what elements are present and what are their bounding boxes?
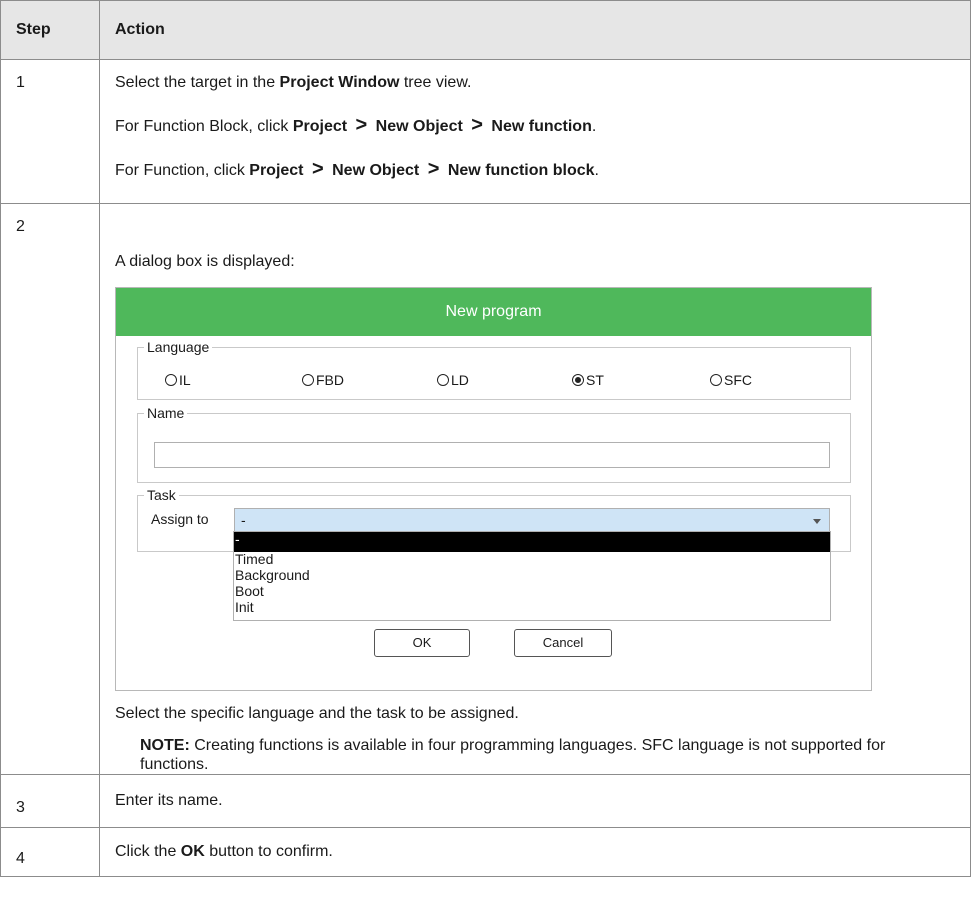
menu-separator-icon: > bbox=[311, 158, 324, 180]
menu-separator-icon: > bbox=[427, 158, 440, 180]
new-program-dialog: New program Language IL FBD LD ST SFC Na… bbox=[115, 287, 872, 691]
radio-ld[interactable]: LD bbox=[437, 372, 469, 388]
assign-to-dropdown: - Timed Background Boot Init bbox=[233, 531, 831, 621]
radio-label: ST bbox=[586, 372, 604, 388]
radio-icon bbox=[437, 374, 449, 386]
menu-term: New Object bbox=[332, 162, 420, 179]
step-action: A dialog box is displayed: New program L… bbox=[99, 203, 971, 775]
radio-label: FBD bbox=[316, 372, 344, 388]
table-header-row: Step Action bbox=[0, 0, 971, 60]
table-row: 2 A dialog box is displayed: New program… bbox=[0, 203, 971, 775]
name-input[interactable] bbox=[154, 442, 830, 468]
menu-term: New function block bbox=[447, 162, 595, 179]
text: Click the bbox=[115, 843, 181, 860]
radio-icon bbox=[302, 374, 314, 386]
dropdown-option[interactable]: - bbox=[234, 532, 830, 552]
assign-to-label: Assign to bbox=[151, 511, 209, 527]
text: tree view. bbox=[399, 74, 472, 91]
step-action: Enter its name. bbox=[99, 774, 971, 828]
menu-term: Project bbox=[249, 162, 304, 179]
cancel-button[interactable]: Cancel bbox=[514, 629, 612, 657]
dialog-title: New program bbox=[116, 288, 871, 336]
table-row: 1 Select the target in the Project Windo… bbox=[0, 59, 971, 204]
intro-text: A dialog box is displayed: bbox=[115, 253, 295, 270]
select-value: - bbox=[241, 512, 246, 528]
note-text: Creating functions is available in four … bbox=[140, 737, 886, 773]
name-legend: Name bbox=[144, 404, 188, 422]
dropdown-option[interactable]: Init bbox=[234, 600, 830, 616]
language-legend: Language bbox=[144, 338, 213, 356]
step-number: 2 bbox=[0, 203, 100, 775]
instruction-line: For Function, click Project > New Object… bbox=[115, 159, 955, 181]
note: NOTE: Creating functions is available in… bbox=[140, 736, 955, 774]
radio-selected-icon bbox=[572, 374, 584, 386]
text: For Function, click bbox=[115, 162, 250, 179]
chevron-down-icon[interactable] bbox=[813, 519, 821, 524]
radio-st[interactable]: ST bbox=[572, 372, 604, 388]
text: . bbox=[591, 118, 597, 135]
after-dialog-text: Select the specific language and the tas… bbox=[115, 705, 519, 722]
table-row: 3 Enter its name. bbox=[0, 774, 971, 828]
step-number: 4 bbox=[0, 827, 100, 877]
radio-label: IL bbox=[179, 372, 191, 388]
assign-to-select[interactable]: - bbox=[234, 508, 830, 532]
step-number: 1 bbox=[0, 59, 100, 204]
radio-il[interactable]: IL bbox=[165, 372, 191, 388]
menu-term: New Object bbox=[375, 118, 463, 135]
menu-term: New function bbox=[491, 118, 592, 135]
dropdown-option[interactable]: Boot bbox=[234, 584, 830, 600]
ok-button[interactable]: OK bbox=[374, 629, 470, 657]
menu-term: Project bbox=[292, 118, 348, 135]
step-action: Click the OK button to confirm. bbox=[99, 827, 971, 877]
instruction-line: Select the target in the Project Window … bbox=[115, 73, 955, 93]
dropdown-padding bbox=[234, 616, 830, 620]
radio-label: SFC bbox=[724, 372, 752, 388]
text: Select the target in the bbox=[115, 74, 280, 91]
table-row: 4 Click the OK button to confirm. bbox=[0, 827, 971, 877]
radio-icon bbox=[710, 374, 722, 386]
note-label: NOTE: bbox=[140, 737, 190, 754]
task-legend: Task bbox=[144, 486, 179, 504]
radio-sfc[interactable]: SFC bbox=[710, 372, 752, 388]
text: For Function Block, click bbox=[115, 118, 293, 135]
name-group: Name bbox=[137, 404, 851, 483]
menu-separator-icon: > bbox=[355, 114, 368, 136]
action-column-header: Action bbox=[99, 0, 971, 60]
text: button to confirm. bbox=[204, 843, 333, 860]
text: . bbox=[594, 162, 599, 179]
radio-fbd[interactable]: FBD bbox=[302, 372, 344, 388]
language-group: Language IL FBD LD ST SFC bbox=[137, 338, 851, 400]
ui-term: OK bbox=[180, 843, 205, 860]
menu-separator-icon: > bbox=[471, 114, 483, 136]
ui-term: Project Window bbox=[279, 74, 400, 91]
dropdown-option[interactable]: Timed bbox=[234, 552, 830, 568]
procedure-table: Step Action 1 Select the target in the P… bbox=[0, 0, 971, 877]
step-column-header: Step bbox=[0, 0, 100, 60]
step-action: Select the target in the Project Window … bbox=[99, 59, 971, 204]
dropdown-option[interactable]: Background bbox=[234, 568, 830, 584]
step-number: 3 bbox=[0, 774, 100, 828]
radio-label: LD bbox=[451, 372, 469, 388]
instruction-line: For Function Block, click Project > New … bbox=[115, 115, 955, 137]
radio-icon bbox=[165, 374, 177, 386]
